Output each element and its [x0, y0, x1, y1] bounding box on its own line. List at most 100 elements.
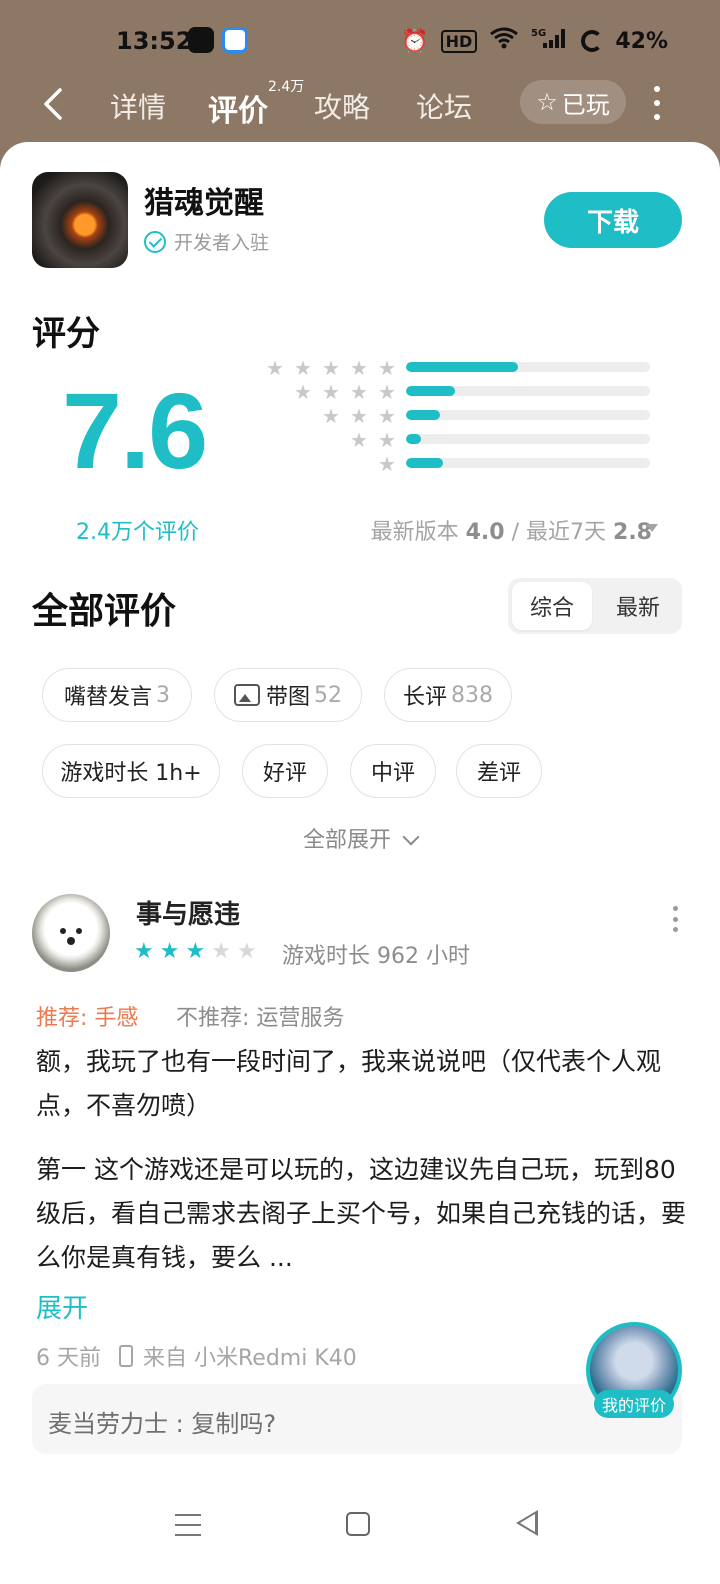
- phone-icon: [119, 1345, 133, 1367]
- developer-verified-label: 开发者入驻: [174, 232, 270, 254]
- review-paragraph-1: 额，我玩了也有一段时间了，我来说说吧（仅代表个人观点，不喜勿喷）: [36, 1047, 662, 1120]
- star-icon: ★: [322, 356, 340, 380]
- distribution-row-2-stars: ★ ★: [262, 430, 652, 450]
- chip-label: 中评: [370, 761, 415, 786]
- reply-content: 麦当劳力士 : 复制吗?: [48, 1404, 276, 1439]
- recent-apps-icon[interactable]: [175, 1514, 201, 1536]
- version-rating-info[interactable]: 最新版本 4.0 / 最近7天 2.8: [371, 514, 652, 546]
- distribution-bar-fill: [406, 386, 455, 396]
- distribution-bar: [406, 458, 650, 468]
- reply-preview[interactable]: 麦当劳力士 : 复制吗?: [32, 1384, 682, 1454]
- star-icon: ★: [378, 356, 396, 380]
- star-icon: ★: [294, 356, 312, 380]
- review-expand-link[interactable]: 展开: [36, 1288, 88, 1325]
- tab-guides[interactable]: 攻略: [314, 86, 370, 126]
- all-reviews-title: 全部评价: [32, 591, 177, 632]
- star-icon: ★: [378, 452, 396, 476]
- wifi-icon: [489, 27, 519, 55]
- status-right: ⏰ HD 5G 42%: [401, 26, 668, 56]
- distribution-row-3-stars: ★ ★ ★: [262, 406, 652, 426]
- notification-app-icon: [188, 27, 214, 53]
- chip-label: 带图: [265, 685, 310, 710]
- review-not-recommend-tag: 不推荐: 运营服务: [176, 1006, 345, 1031]
- back-icon[interactable]: [40, 84, 80, 128]
- latest-version-label: 最新版本: [370, 520, 459, 545]
- star-icon: ★: [322, 380, 340, 404]
- chip-count: 838: [451, 682, 493, 708]
- tab-reviews-badge: 2.4万: [268, 79, 305, 95]
- filter-chip-neutral[interactable]: 中评: [350, 744, 436, 798]
- reply-user: 麦当劳力士: [48, 1410, 168, 1438]
- reviewer-avatar[interactable]: [32, 894, 110, 972]
- sort-latest[interactable]: 最新: [598, 582, 678, 630]
- status-bar: 13:52 ⏰ HD 5G 42%: [0, 0, 720, 80]
- expand-all-filters[interactable]: 全部展开: [0, 822, 720, 854]
- battery-icon: [581, 30, 604, 52]
- star-outline-icon: ☆: [536, 88, 558, 116]
- app-icon[interactable]: [32, 172, 128, 268]
- review-more-icon[interactable]: [670, 906, 680, 932]
- star-icon: ★: [322, 404, 340, 428]
- distribution-bar-fill: [406, 434, 421, 444]
- alarm-icon: ⏰: [401, 28, 429, 54]
- star-icon: ★: [350, 428, 368, 452]
- filter-chip-with-images[interactable]: 带图 52: [214, 668, 362, 722]
- star-icon: ★: [378, 404, 396, 428]
- distribution-bar-fill: [406, 362, 519, 372]
- star-empty-icon: ★: [211, 939, 231, 964]
- distribution-stars: ★: [376, 454, 398, 474]
- sort-toggle: 综合 最新: [508, 578, 682, 634]
- tab-reviews[interactable]: 评价: [208, 86, 268, 130]
- review-play-time: 游戏时长 962 小时: [282, 944, 470, 969]
- top-nav: 详情 评价 2.4万 攻略 论坛 ☆ 已玩: [0, 79, 720, 142]
- distribution-bar-fill: [406, 410, 441, 420]
- more-options-icon[interactable]: [650, 86, 664, 120]
- filter-chip-negative[interactable]: 差评: [456, 744, 542, 798]
- hd-icon: HD: [440, 29, 478, 53]
- filter-chip-positive[interactable]: 好评: [242, 744, 328, 798]
- reply-text: 复制吗?: [191, 1410, 277, 1438]
- content-sheet: 猎魂觉醒 开发者入驻 下载 评分 7.6 2.4万个评价 ★ ★ ★ ★ ★ ★ ★ ★ ★ ★ ★…: [0, 142, 720, 1584]
- status-time: 13:52: [116, 27, 193, 55]
- played-button[interactable]: ☆ 已玩: [520, 80, 626, 124]
- recent-7days-label: 最近7天: [526, 520, 607, 545]
- rating-title: 评分: [32, 314, 100, 354]
- tab-details[interactable]: 详情: [110, 86, 166, 126]
- review-device: 来自 小米Redmi K40: [143, 1346, 357, 1371]
- caret-down-icon[interactable]: [646, 524, 658, 532]
- filter-chip-quotes[interactable]: 嘴替发言 3: [42, 668, 192, 722]
- distribution-row-5-stars: ★ ★ ★ ★ ★: [262, 358, 652, 378]
- distribution-bar-fill: [406, 458, 443, 468]
- filter-chip-playtime[interactable]: 游戏时长 1h+: [42, 744, 220, 798]
- reply-colon: :: [168, 1410, 192, 1438]
- distribution-row-1-stars: ★: [262, 454, 652, 474]
- sort-overall[interactable]: 综合: [512, 582, 592, 630]
- reviewer-name[interactable]: 事与愿违: [136, 894, 240, 931]
- verified-check-icon: [144, 230, 166, 253]
- expand-all-label: 全部展开: [302, 828, 391, 853]
- my-review-label[interactable]: 我的评价: [594, 1390, 674, 1418]
- home-icon[interactable]: [346, 1512, 370, 1536]
- chevron-down-icon: [402, 828, 420, 846]
- chip-count: 3: [156, 682, 170, 708]
- star-icon: ★: [378, 428, 396, 452]
- battery-level: 42%: [615, 28, 668, 54]
- chip-label: 好评: [262, 761, 307, 786]
- star-icon: ★: [350, 404, 368, 428]
- review-meta: 6 天前 来自 小米Redmi K40: [36, 1340, 357, 1372]
- star-filled-icon: ★: [185, 939, 206, 964]
- star-filled-icon: ★: [134, 939, 154, 964]
- distribution-row-4-stars: ★ ★ ★ ★: [262, 382, 652, 402]
- app-name[interactable]: 猎魂觉醒: [144, 178, 264, 222]
- star-icon: ★: [266, 356, 284, 380]
- download-button[interactable]: 下载: [544, 192, 682, 248]
- review-stars: ★ ★ ★ ★ ★: [134, 940, 257, 964]
- star-filled-icon: ★: [159, 939, 180, 964]
- distribution-bar: [406, 410, 650, 420]
- star-empty-icon: ★: [236, 939, 257, 964]
- tab-forum[interactable]: 论坛: [416, 86, 472, 126]
- filter-chip-long-reviews[interactable]: 长评 838: [384, 668, 512, 722]
- system-back-icon[interactable]: [516, 1510, 538, 1536]
- notification-app-icon-blue: [222, 27, 248, 53]
- svg-text:5G: 5G: [531, 28, 546, 39]
